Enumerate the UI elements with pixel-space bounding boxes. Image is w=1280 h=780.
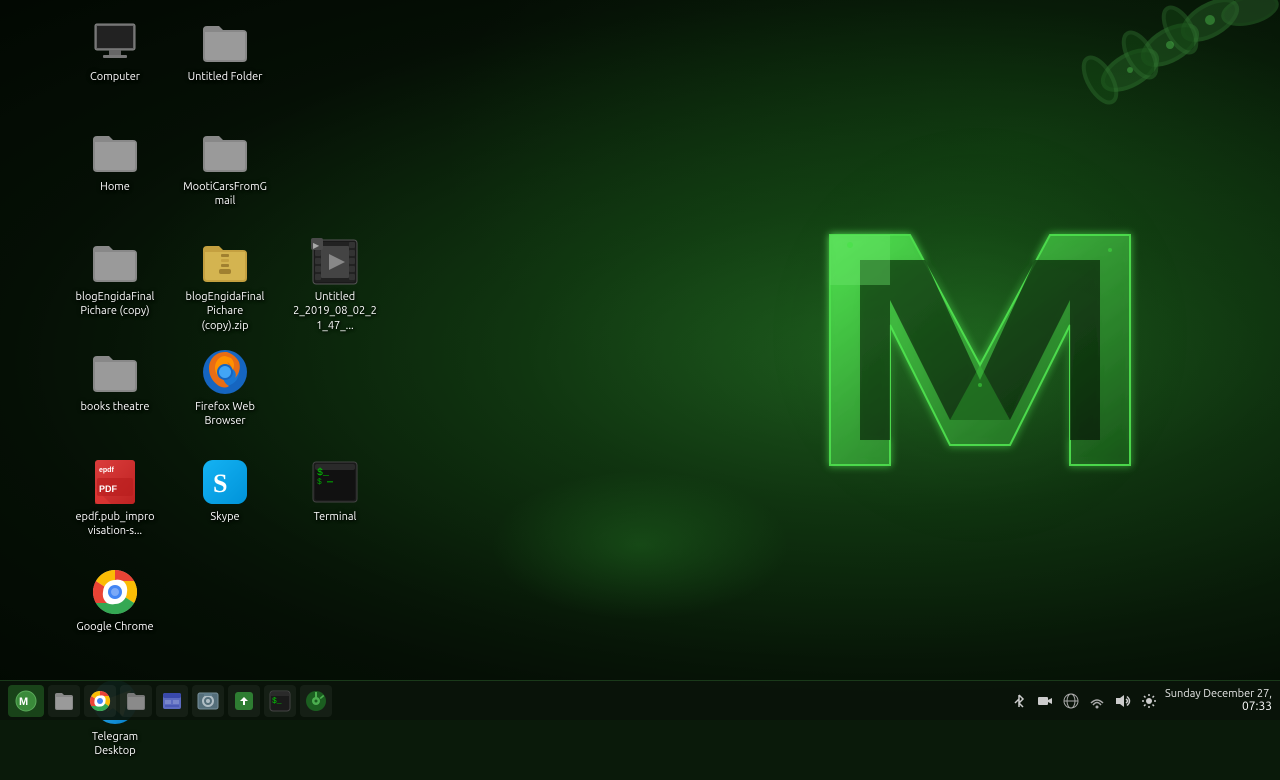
desktop-icon-blog-copy-zip[interactable]: blogEngidaFinalPichare (copy).zip — [175, 230, 275, 341]
empty-cell-2 — [285, 120, 385, 230]
svg-text:▶: ▶ — [313, 241, 320, 250]
svg-text:S: S — [213, 469, 227, 498]
books-theatre-folder-icon — [91, 348, 139, 396]
camera-icon[interactable] — [1035, 691, 1055, 711]
untitled-folder-label: Untitled Folder — [188, 70, 263, 84]
skype-label: Skype — [210, 510, 239, 524]
network-icon[interactable] — [1061, 691, 1081, 711]
computer-icon — [91, 18, 139, 66]
taskbar-files2[interactable] — [120, 685, 152, 717]
epdf-label: epdf.pub_improvisation-s... — [73, 510, 157, 539]
desktop-icon-computer[interactable]: Computer — [65, 10, 165, 92]
taskbar-chrome[interactable] — [84, 685, 116, 717]
taskbar-gpmdp[interactable] — [300, 685, 332, 717]
svg-text:$_: $_ — [272, 697, 282, 706]
volume-icon[interactable] — [1113, 691, 1133, 711]
terminal-icon: $_ $ — [311, 458, 359, 506]
svg-text:PDF: PDF — [99, 484, 118, 494]
untitled-folder-icon — [201, 18, 249, 66]
svg-text:epdf: epdf — [99, 467, 114, 474]
skype-icon: S — [201, 458, 249, 506]
books-theatre-label: books theatre — [80, 400, 149, 414]
taskbar-nemo[interactable] — [156, 685, 188, 717]
empty-cell-1 — [285, 10, 385, 120]
home-label: Home — [100, 180, 130, 194]
firefox-icon — [201, 348, 249, 396]
mooti-label: MootiCarsFromGmail — [183, 180, 267, 209]
wifi-icon[interactable] — [1087, 691, 1107, 711]
empty-cell-3 — [285, 340, 385, 450]
desktop-icon-blog-copy[interactable]: blogEngidaFinalPichare (copy) — [65, 230, 165, 327]
taskbar-apps: $_ — [48, 685, 1009, 717]
taskbar: M — [0, 680, 1280, 720]
taskbar-right: Sunday December 27, 07:33 — [1009, 688, 1272, 713]
untitled2-label: Untitled 2_2019_08_02_21_47_... — [293, 290, 377, 333]
brightness-icon[interactable] — [1139, 691, 1159, 711]
terminal-label: Terminal — [314, 510, 357, 524]
chrome-label: Google Chrome — [76, 620, 153, 634]
desktop-icon-skype[interactable]: S Skype — [175, 450, 275, 532]
taskbar-clock[interactable]: Sunday December 27, 07:33 — [1165, 688, 1272, 713]
clock-time: 07:33 — [1165, 700, 1272, 713]
desktop-icon-untitled2[interactable]: ▶ Untitled 2_2019_08_02_21_47_... — [285, 230, 385, 341]
blog-copy-folder-icon — [91, 238, 139, 286]
blog-copy-zip-label: blogEngidaFinalPichare (copy).zip — [183, 290, 267, 333]
blog-copy-zip-icon — [201, 238, 249, 286]
desktop-icon-terminal[interactable]: $_ $ Terminal — [285, 450, 385, 532]
desktop: Computer Untitled Folder Home — [0, 0, 1280, 680]
firefox-label: Firefox Web Browser — [183, 400, 267, 429]
taskbar-files[interactable] — [48, 685, 80, 717]
taskbar-screenshot[interactable] — [192, 685, 224, 717]
telegram-label: Telegram Desktop — [73, 730, 157, 759]
untitled2-icon: ▶ — [311, 238, 359, 286]
clock-date: Sunday December 27, — [1165, 688, 1272, 700]
desktop-icon-home[interactable]: Home — [65, 120, 165, 202]
chrome-icon — [91, 568, 139, 616]
desktop-icon-chrome[interactable]: Google Chrome — [65, 560, 165, 642]
svg-text:M: M — [19, 696, 28, 708]
svg-text:$: $ — [317, 478, 322, 487]
empty-cell-5 — [285, 560, 385, 670]
desktop-icons-grid: Computer Untitled Folder Home — [65, 10, 395, 780]
taskbar-update[interactable] — [228, 685, 260, 717]
desktop-icon-untitled-folder[interactable]: Untitled Folder — [175, 10, 275, 92]
computer-label: Computer — [90, 70, 140, 84]
home-folder-icon — [91, 128, 139, 176]
mooti-folder-icon — [201, 128, 249, 176]
empty-cell-4 — [175, 560, 275, 670]
desktop-icon-firefox[interactable]: Firefox Web Browser — [175, 340, 275, 437]
blog-copy-label: blogEngidaFinalPichare (copy) — [73, 290, 157, 319]
desktop-icon-books-theatre[interactable]: books theatre — [65, 340, 165, 422]
desktop-icon-mooti-cars[interactable]: MootiCarsFromGmail — [175, 120, 275, 217]
epdf-icon: PDF epdf — [91, 458, 139, 506]
desktop-icon-epdf[interactable]: PDF epdf epdf.pub_improvisation-s... — [65, 450, 165, 547]
bluetooth-icon[interactable] — [1009, 691, 1029, 711]
taskbar-terminal[interactable]: $_ — [264, 685, 296, 717]
start-menu-button[interactable]: M — [8, 685, 44, 717]
